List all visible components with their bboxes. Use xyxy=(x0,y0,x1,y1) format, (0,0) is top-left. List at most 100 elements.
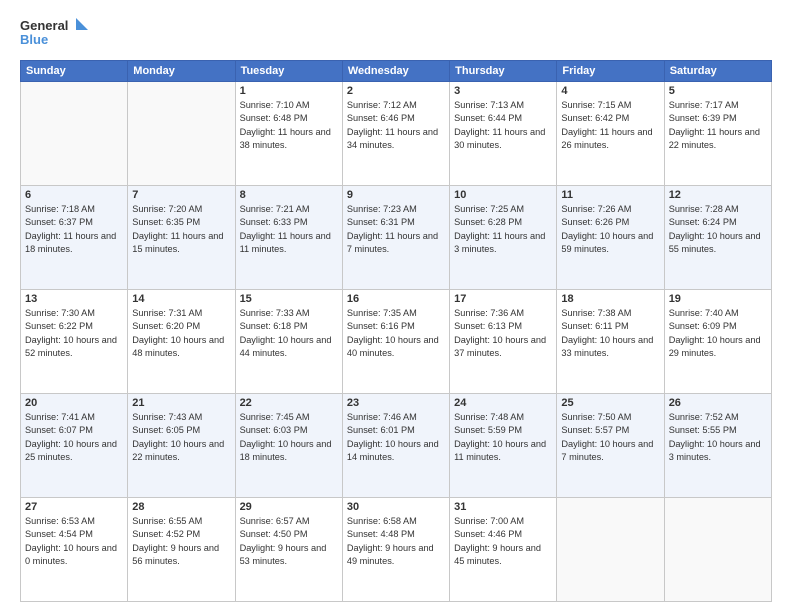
day-cell xyxy=(557,498,664,602)
day-info: Sunrise: 7:26 AM Sunset: 6:26 PM Dayligh… xyxy=(561,203,659,256)
header: General Blue xyxy=(20,16,772,52)
day-cell xyxy=(664,498,771,602)
day-number: 2 xyxy=(347,85,445,97)
day-number: 8 xyxy=(240,189,338,201)
weekday-header-friday: Friday xyxy=(557,61,664,82)
day-number: 15 xyxy=(240,293,338,305)
day-cell: 26 Sunrise: 7:52 AM Sunset: 5:55 PM Dayli… xyxy=(664,394,771,498)
logo: General Blue xyxy=(20,16,90,52)
day-cell: 27 Sunrise: 6:53 AM Sunset: 4:54 PM Dayli… xyxy=(21,498,128,602)
day-cell: 3Sunrise: 7:13 AM Sunset: 6:44 PM Daylig… xyxy=(450,82,557,186)
day-cell: 7Sunrise: 7:20 AM Sunset: 6:35 PM Daylig… xyxy=(128,186,235,290)
day-info: Sunrise: 7:25 AM Sunset: 6:28 PM Dayligh… xyxy=(454,203,552,256)
day-info: Sunrise: 7:00 AM Sunset: 4:46 PM Dayligh… xyxy=(454,515,552,568)
day-number: 14 xyxy=(132,293,230,305)
day-cell: 10 Sunrise: 7:25 AM Sunset: 6:28 PM Dayli… xyxy=(450,186,557,290)
day-number: 30 xyxy=(347,501,445,513)
day-number: 16 xyxy=(347,293,445,305)
day-info: Sunrise: 7:21 AM Sunset: 6:33 PM Dayligh… xyxy=(240,203,338,256)
day-cell: 23Sunrise: 7:46 AM Sunset: 6:01 PM Dayli… xyxy=(342,394,449,498)
day-info: Sunrise: 7:23 AM Sunset: 6:31 PM Dayligh… xyxy=(347,203,445,256)
day-cell: 8 Sunrise: 7:21 AM Sunset: 6:33 PM Daylig… xyxy=(235,186,342,290)
day-number: 9 xyxy=(347,189,445,201)
generalblue-logo: General Blue xyxy=(20,16,90,52)
day-cell: 22 Sunrise: 7:45 AM Sunset: 6:03 PM Dayli… xyxy=(235,394,342,498)
weekday-header-monday: Monday xyxy=(128,61,235,82)
day-info: Sunrise: 7:38 AM Sunset: 6:11 PM Dayligh… xyxy=(561,307,659,360)
day-cell: 21 Sunrise: 7:43 AM Sunset: 6:05 PM Dayli… xyxy=(128,394,235,498)
day-cell: 2 Sunrise: 7:12 AM Sunset: 6:46 PM Daylig… xyxy=(342,82,449,186)
day-number: 11 xyxy=(561,189,659,201)
day-cell: 20 Sunrise: 7:41 AM Sunset: 6:07 PM Dayli… xyxy=(21,394,128,498)
svg-text:Blue: Blue xyxy=(20,32,48,47)
day-cell: 25 Sunrise: 7:50 AM Sunset: 5:57 PM Dayli… xyxy=(557,394,664,498)
day-number: 26 xyxy=(669,397,767,409)
day-cell: 12 Sunrise: 7:28 AM Sunset: 6:24 PM Dayli… xyxy=(664,186,771,290)
day-info: Sunrise: 7:35 AM Sunset: 6:16 PM Dayligh… xyxy=(347,307,445,360)
day-number: 4 xyxy=(561,85,659,97)
day-cell xyxy=(21,82,128,186)
day-cell: 6 Sunrise: 7:18 AM Sunset: 6:37 PM Daylig… xyxy=(21,186,128,290)
day-info: Sunrise: 7:46 AM Sunset: 6:01 PM Dayligh… xyxy=(347,411,445,464)
day-info: Sunrise: 6:55 AM Sunset: 4:52 PM Dayligh… xyxy=(132,515,230,568)
day-cell: 30 Sunrise: 6:58 AM Sunset: 4:48 PM Dayli… xyxy=(342,498,449,602)
day-number: 28 xyxy=(132,501,230,513)
day-number: 12 xyxy=(669,189,767,201)
day-number: 25 xyxy=(561,397,659,409)
day-number: 29 xyxy=(240,501,338,513)
day-number: 27 xyxy=(25,501,123,513)
day-info: Sunrise: 7:13 AM Sunset: 6:44 PM Dayligh… xyxy=(454,99,552,152)
day-number: 5 xyxy=(669,85,767,97)
day-cell: 14 Sunrise: 7:31 AM Sunset: 6:20 PM Dayli… xyxy=(128,290,235,394)
day-cell: 16 Sunrise: 7:35 AM Sunset: 6:16 PM Dayli… xyxy=(342,290,449,394)
day-number: 24 xyxy=(454,397,552,409)
day-number: 31 xyxy=(454,501,552,513)
day-number: 10 xyxy=(454,189,552,201)
weekday-header-sunday: Sunday xyxy=(21,61,128,82)
day-cell: 18 Sunrise: 7:38 AM Sunset: 6:11 PM Dayli… xyxy=(557,290,664,394)
day-info: Sunrise: 7:36 AM Sunset: 6:13 PM Dayligh… xyxy=(454,307,552,360)
week-row-4: 20 Sunrise: 7:41 AM Sunset: 6:07 PM Dayli… xyxy=(21,394,772,498)
weekday-header-wednesday: Wednesday xyxy=(342,61,449,82)
day-info: Sunrise: 7:28 AM Sunset: 6:24 PM Dayligh… xyxy=(669,203,767,256)
weekday-header-saturday: Saturday xyxy=(664,61,771,82)
day-cell: 5Sunrise: 7:17 AM Sunset: 6:39 PM Daylig… xyxy=(664,82,771,186)
week-row-5: 27 Sunrise: 6:53 AM Sunset: 4:54 PM Dayli… xyxy=(21,498,772,602)
day-info: Sunrise: 7:30 AM Sunset: 6:22 PM Dayligh… xyxy=(25,307,123,360)
day-cell: 9 Sunrise: 7:23 AM Sunset: 6:31 PM Daylig… xyxy=(342,186,449,290)
day-info: Sunrise: 7:18 AM Sunset: 6:37 PM Dayligh… xyxy=(25,203,123,256)
svg-text:General: General xyxy=(20,18,68,33)
day-info: Sunrise: 6:57 AM Sunset: 4:50 PM Dayligh… xyxy=(240,515,338,568)
weekday-header-row: SundayMondayTuesdayWednesdayThursdayFrid… xyxy=(21,61,772,82)
day-number: 18 xyxy=(561,293,659,305)
day-cell: 24Sunrise: 7:48 AM Sunset: 5:59 PM Dayli… xyxy=(450,394,557,498)
day-number: 21 xyxy=(132,397,230,409)
week-row-3: 13 Sunrise: 7:30 AM Sunset: 6:22 PM Dayli… xyxy=(21,290,772,394)
day-cell: 11 Sunrise: 7:26 AM Sunset: 6:26 PM Dayli… xyxy=(557,186,664,290)
day-info: Sunrise: 7:40 AM Sunset: 6:09 PM Dayligh… xyxy=(669,307,767,360)
day-cell: 15Sunrise: 7:33 AM Sunset: 6:18 PM Dayli… xyxy=(235,290,342,394)
day-cell xyxy=(128,82,235,186)
week-row-1: 1Sunrise: 7:10 AM Sunset: 6:48 PM Daylig… xyxy=(21,82,772,186)
day-info: Sunrise: 7:31 AM Sunset: 6:20 PM Dayligh… xyxy=(132,307,230,360)
calendar-table: SundayMondayTuesdayWednesdayThursdayFrid… xyxy=(20,60,772,602)
day-info: Sunrise: 7:50 AM Sunset: 5:57 PM Dayligh… xyxy=(561,411,659,464)
day-number: 17 xyxy=(454,293,552,305)
day-number: 19 xyxy=(669,293,767,305)
day-cell: 29 Sunrise: 6:57 AM Sunset: 4:50 PM Dayli… xyxy=(235,498,342,602)
day-cell: 19 Sunrise: 7:40 AM Sunset: 6:09 PM Dayli… xyxy=(664,290,771,394)
day-number: 22 xyxy=(240,397,338,409)
day-cell: 1Sunrise: 7:10 AM Sunset: 6:48 PM Daylig… xyxy=(235,82,342,186)
day-number: 13 xyxy=(25,293,123,305)
day-cell: 31 Sunrise: 7:00 AM Sunset: 4:46 PM Dayli… xyxy=(450,498,557,602)
day-info: Sunrise: 7:41 AM Sunset: 6:07 PM Dayligh… xyxy=(25,411,123,464)
week-row-2: 6 Sunrise: 7:18 AM Sunset: 6:37 PM Daylig… xyxy=(21,186,772,290)
day-info: Sunrise: 6:53 AM Sunset: 4:54 PM Dayligh… xyxy=(25,515,123,568)
day-info: Sunrise: 7:52 AM Sunset: 5:55 PM Dayligh… xyxy=(669,411,767,464)
day-info: Sunrise: 7:43 AM Sunset: 6:05 PM Dayligh… xyxy=(132,411,230,464)
day-number: 20 xyxy=(25,397,123,409)
day-info: Sunrise: 7:12 AM Sunset: 6:46 PM Dayligh… xyxy=(347,99,445,152)
day-info: Sunrise: 7:45 AM Sunset: 6:03 PM Dayligh… xyxy=(240,411,338,464)
day-info: Sunrise: 6:58 AM Sunset: 4:48 PM Dayligh… xyxy=(347,515,445,568)
day-number: 6 xyxy=(25,189,123,201)
